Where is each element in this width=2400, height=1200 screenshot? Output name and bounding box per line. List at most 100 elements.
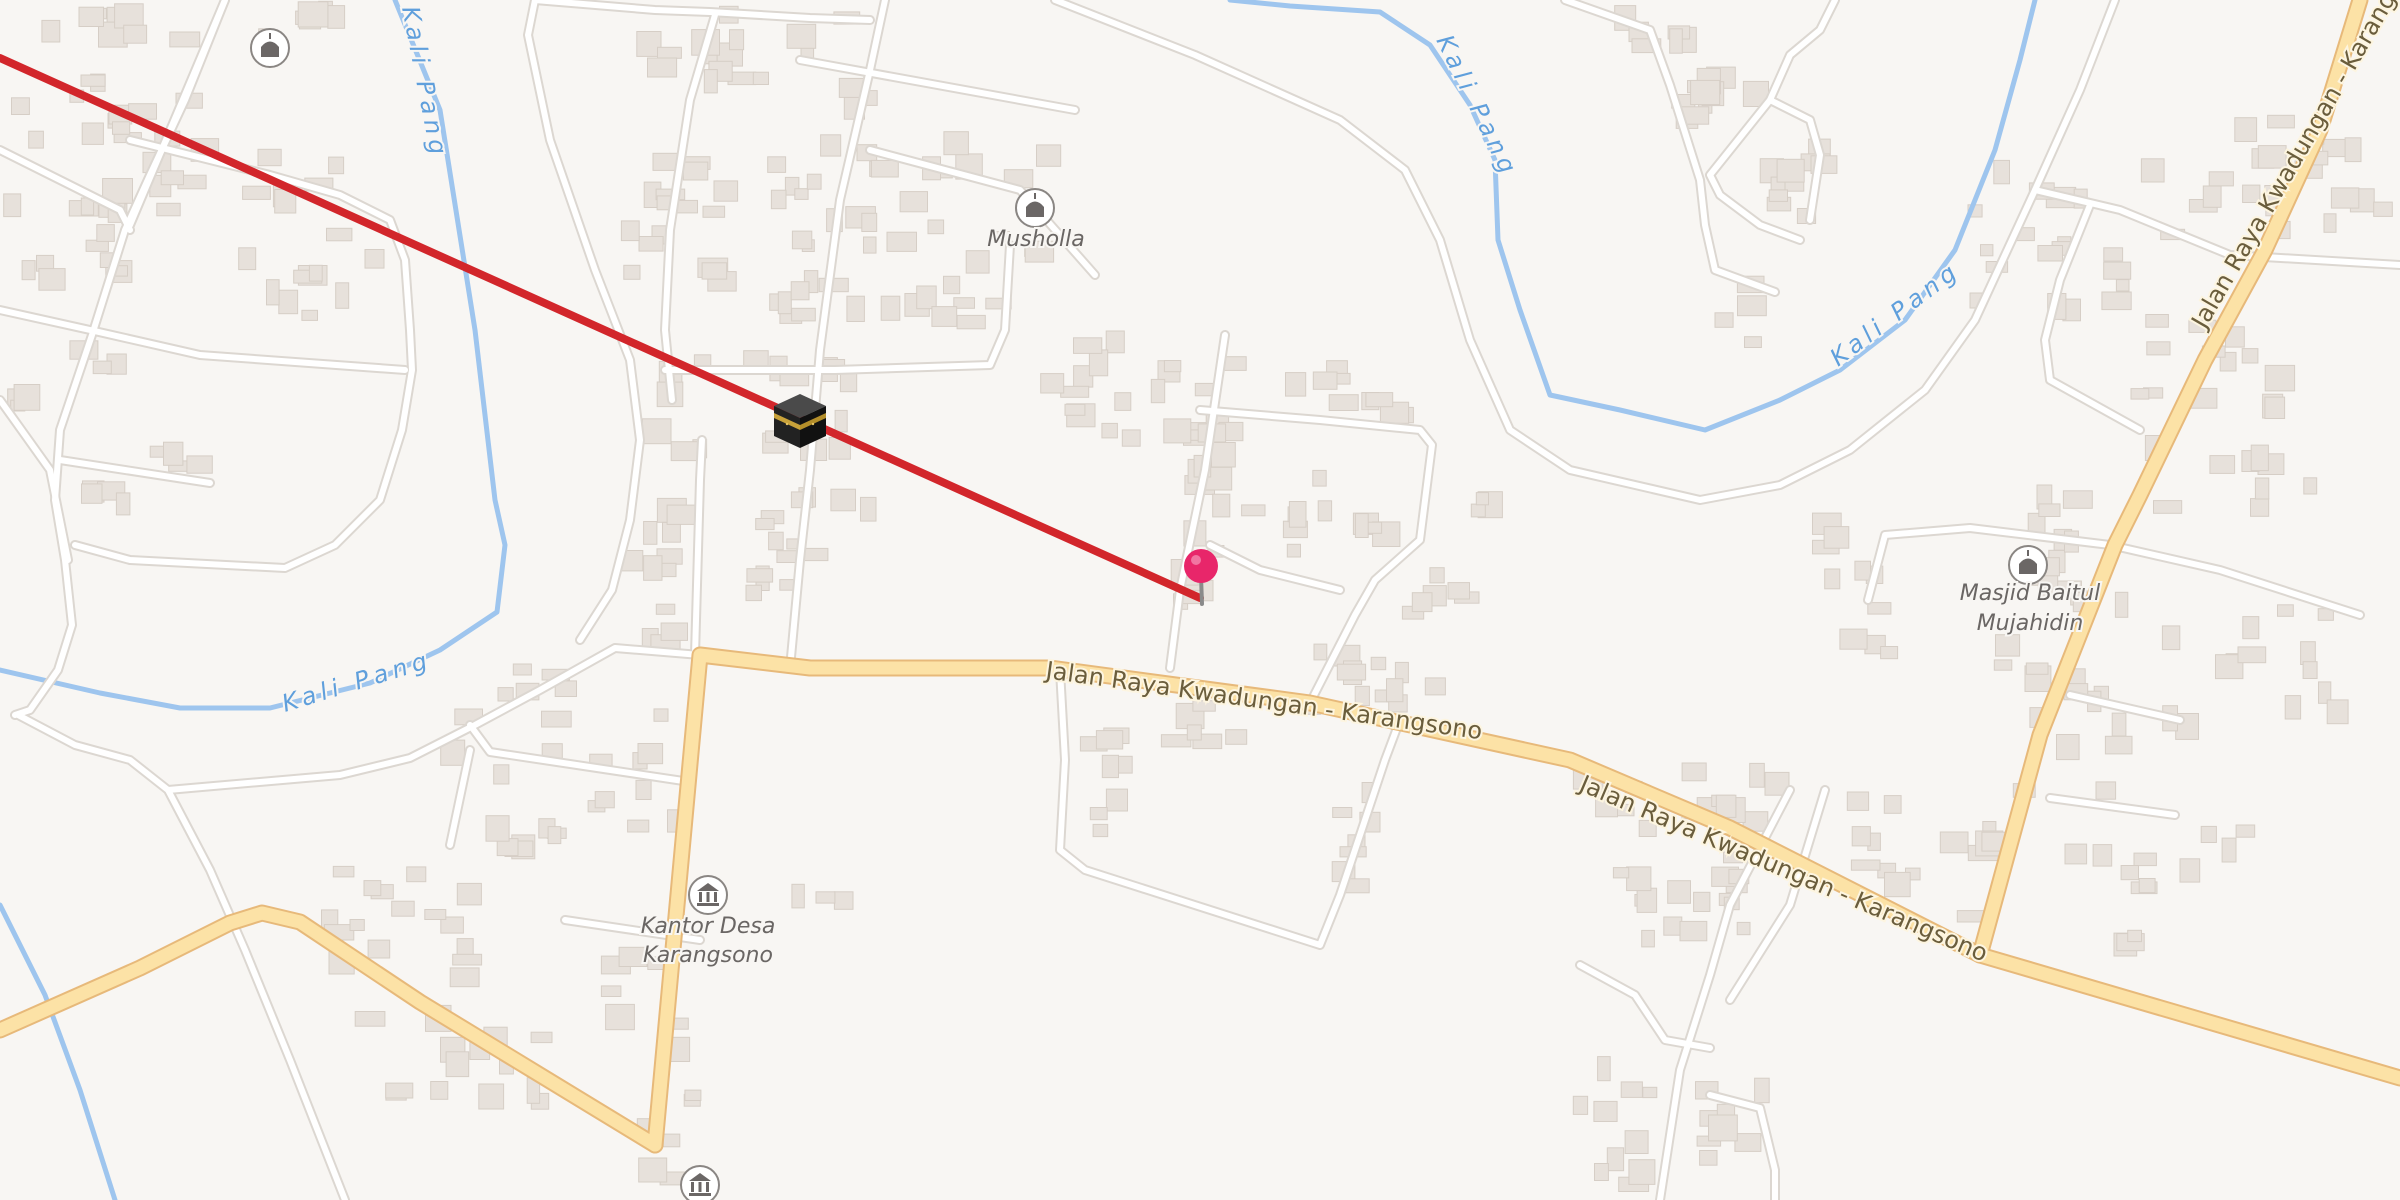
building [114,3,144,29]
building [2303,477,2318,495]
building [1429,567,1445,584]
building [2140,158,2165,183]
building [638,1157,668,1183]
building [2221,837,2237,863]
building [1225,729,1248,745]
building [2326,699,2349,725]
building [1288,501,1307,528]
building [1690,79,1721,106]
building [2200,825,2217,844]
mosque-icon[interactable] [250,28,290,68]
building [1105,788,1129,812]
building [653,708,669,722]
building [794,188,809,200]
building [1285,372,1307,397]
building [655,603,676,615]
building [1823,526,1850,549]
building [2092,844,2113,867]
building [860,496,877,522]
building [2300,641,2316,666]
building [38,268,66,291]
building [880,295,901,321]
government-building-icon[interactable] [680,1165,720,1200]
building [266,279,280,306]
building [335,282,350,309]
building [96,224,115,242]
building [1211,442,1236,468]
building [512,663,532,676]
building [1624,1130,1649,1154]
building [391,900,415,917]
building [2202,185,2222,208]
building [833,891,854,910]
building [931,306,958,327]
building [424,909,447,920]
building [2146,341,2171,356]
building [2038,503,2061,517]
building [1336,663,1367,681]
building [81,483,103,504]
building [676,199,699,214]
building [1160,734,1192,748]
building [238,247,257,271]
building [2208,171,2234,187]
building [1850,859,1881,871]
building [1851,826,1871,847]
building [1620,1081,1643,1098]
building [1754,1077,1770,1104]
building [1312,371,1338,390]
building [3,193,22,218]
building [2120,865,2140,881]
building [861,212,878,233]
building [927,219,945,235]
building [767,156,787,173]
building [2062,490,2093,509]
building [1749,762,1765,788]
building [1332,807,1353,818]
building [2264,396,2286,420]
building [1776,158,1805,183]
building [770,189,787,210]
government-building-icon[interactable] [688,875,728,915]
building [2104,735,2133,755]
building [2344,137,2362,163]
building [363,880,382,897]
building [2323,213,2337,233]
building [642,418,672,445]
map-canvas[interactable]: Kali Pang Kali Pang Kali Pang Kali Pang … [0,0,2400,1200]
building [702,205,726,218]
river-southwest [0,902,118,1200]
mosque-icon[interactable] [1015,188,1055,228]
building [2373,201,2393,217]
building [1593,1100,1618,1123]
building [1101,754,1120,779]
building [2254,477,2270,500]
building [13,384,41,411]
building [1854,560,1872,581]
building [328,156,345,175]
building [1095,730,1124,750]
building [2095,781,2117,800]
building [1241,504,1266,517]
building [1679,920,1708,942]
building [278,289,299,315]
building [541,710,572,728]
poi-label-masjid-line2: Mujahidin [1977,611,2084,636]
building [815,891,836,904]
building [600,985,622,998]
building [1626,866,1652,892]
building [1708,1114,1738,1142]
building [1606,1147,1625,1172]
building [786,23,817,49]
building [1612,867,1630,879]
building [1370,656,1387,671]
poi-label-kantor-line1: Kantor Desa [641,914,776,939]
building [1286,543,1302,558]
building [662,521,681,543]
building [78,6,104,27]
mosque-icon[interactable] [2008,545,2048,585]
river-kali-pang-north [1227,0,2038,433]
building [156,202,181,217]
building [1880,646,1899,660]
building [755,518,775,531]
